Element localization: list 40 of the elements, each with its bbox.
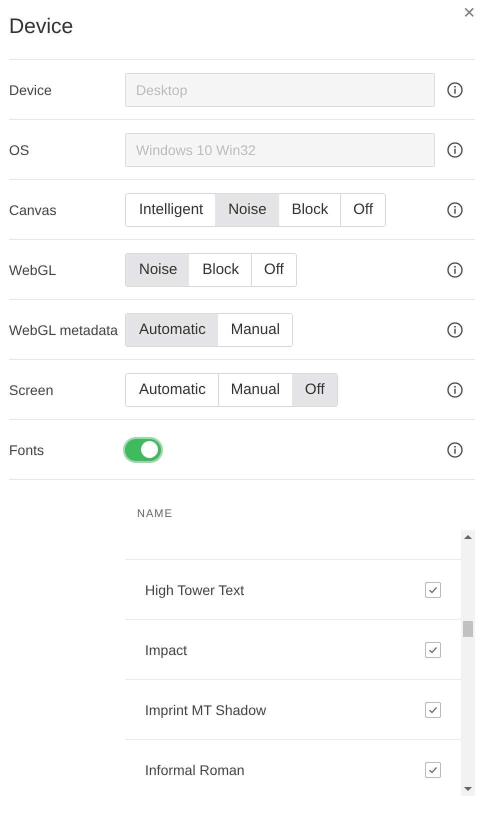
- check-icon: [428, 584, 438, 594]
- info-icon[interactable]: [447, 322, 463, 338]
- checkbox[interactable]: [425, 642, 441, 658]
- setting-label: OS: [9, 142, 30, 158]
- segment-option[interactable]: Noise: [215, 194, 279, 226]
- segment-option[interactable]: Off: [251, 254, 296, 286]
- checkbox[interactable]: [425, 582, 441, 598]
- toggle-switch[interactable]: [125, 438, 161, 460]
- setting-label: WebGL: [9, 262, 58, 278]
- segment-option[interactable]: Automatic: [126, 314, 218, 346]
- setting-label: Device: [9, 82, 53, 98]
- segment-option[interactable]: Noise: [126, 254, 190, 286]
- segment-option[interactable]: Off: [292, 374, 337, 406]
- info-icon[interactable]: [447, 202, 463, 218]
- font-name: Informal Roman: [145, 762, 245, 778]
- setting-label: Screen: [9, 382, 54, 398]
- check-icon: [428, 704, 438, 714]
- scroll-up-icon[interactable]: [464, 534, 472, 540]
- column-header: NAME: [137, 508, 173, 520]
- setting-label: WebGL metadata: [9, 322, 119, 338]
- scroll-thumb[interactable]: [463, 621, 473, 637]
- setting-label: Canvas: [9, 202, 58, 218]
- info-icon[interactable]: [447, 82, 463, 98]
- scroll-down-icon[interactable]: [464, 786, 472, 792]
- dialog-title: Device: [9, 15, 74, 39]
- info-icon[interactable]: [447, 142, 463, 158]
- checkbox[interactable]: [425, 702, 441, 718]
- checkbox[interactable]: [425, 762, 441, 778]
- font-name: High Tower Text: [145, 582, 244, 598]
- setting-label: Fonts: [9, 442, 46, 458]
- info-icon[interactable]: [447, 442, 463, 458]
- check-icon: [428, 644, 438, 654]
- info-icon[interactable]: [447, 262, 463, 278]
- info-icon[interactable]: [447, 382, 463, 398]
- font-name: Impact: [145, 642, 188, 658]
- font-name: Imprint MT Shadow: [145, 702, 266, 718]
- segment-option[interactable]: Off: [340, 194, 385, 226]
- check-icon: [428, 764, 438, 774]
- scrollbar[interactable]: [461, 530, 475, 796]
- close-button[interactable]: ×: [463, 3, 475, 23]
